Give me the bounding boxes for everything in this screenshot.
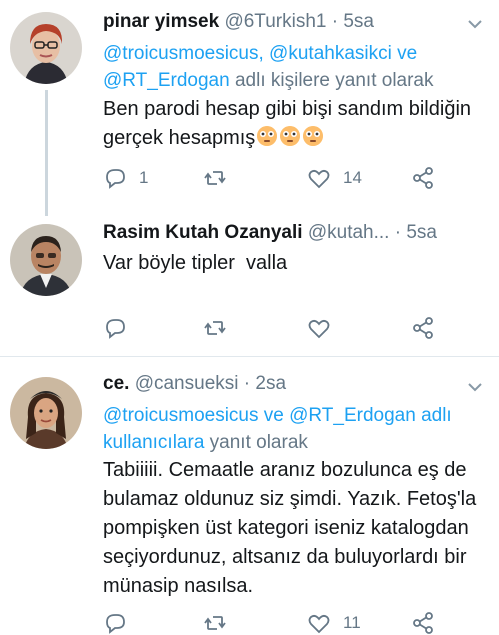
reply-button[interactable]: 1 xyxy=(103,166,148,190)
retweet-icon xyxy=(204,321,226,335)
tweet-2[interactable]: Rasim Kutah Ozanyali @kutah... · 5sa Var… xyxy=(0,210,499,356)
flushed-face-emoji xyxy=(257,126,278,146)
timestamp[interactable]: 5sa xyxy=(406,222,437,243)
like-count: 14 xyxy=(343,168,362,187)
handle[interactable]: @cansueksi xyxy=(135,373,239,394)
reply-icon xyxy=(106,319,125,339)
share-button[interactable] xyxy=(411,611,435,635)
tweet-header: Rasim Kutah Ozanyali @kutah... · 5sa xyxy=(103,222,437,244)
avatar-image xyxy=(10,224,82,296)
tweet-text: Var böyle tipler valla xyxy=(103,249,483,278)
timestamp[interactable]: 2sa xyxy=(255,373,286,394)
display-name[interactable]: Rasim Kutah Ozanyali xyxy=(103,222,303,243)
reply-suffix: adlı kişilere yanıt olarak xyxy=(229,70,434,91)
share-button[interactable] xyxy=(411,166,435,190)
avatar[interactable] xyxy=(10,12,82,84)
retweet-icon xyxy=(204,171,226,185)
share-icon xyxy=(413,317,433,339)
chevron-down-icon[interactable] xyxy=(467,379,483,395)
action-bar: 1 14 xyxy=(103,166,463,190)
reply-context: @troicusmoesicus, @kutahkasikci ve @RT_E… xyxy=(103,40,483,94)
retweet-button[interactable] xyxy=(203,166,227,190)
share-icon xyxy=(413,167,433,189)
flushed-face-emoji xyxy=(303,126,324,146)
share-icon xyxy=(413,612,433,634)
flushed-face-emoji xyxy=(280,126,301,146)
like-button[interactable]: 14 xyxy=(307,166,362,190)
separator-dot: · xyxy=(394,222,402,243)
retweet-icon xyxy=(204,616,226,630)
avatar[interactable] xyxy=(10,224,82,296)
display-name[interactable]: ce. xyxy=(103,373,129,394)
retweet-button[interactable] xyxy=(203,316,227,340)
avatar[interactable] xyxy=(10,377,82,449)
like-icon xyxy=(308,169,330,189)
timestamp[interactable]: 5sa xyxy=(343,11,374,32)
separator-dot: · xyxy=(243,373,251,394)
tweet-text-content: Tabiiiii. Cemaatle aranız bozulunca eş d… xyxy=(103,459,477,597)
tweet-text: Tabiiiii. Cemaatle aranız bozulunca eş d… xyxy=(103,456,483,601)
retweet-button[interactable] xyxy=(203,611,227,635)
tweet-header: ce. @cansueksi · 2sa xyxy=(103,373,286,395)
chevron-down-icon[interactable] xyxy=(467,16,483,32)
handle[interactable]: @kutah... xyxy=(308,222,390,243)
like-count: 11 xyxy=(343,613,361,632)
thread-line xyxy=(45,90,48,216)
share-button[interactable] xyxy=(411,316,435,340)
action-bar xyxy=(103,316,463,340)
avatar-image xyxy=(10,377,82,449)
separator-dot: · xyxy=(331,11,339,32)
tweet-text: Ben parodi hesap gibi bişi sandım bildiğ… xyxy=(103,95,483,153)
like-icon xyxy=(308,614,330,634)
reply-icon xyxy=(106,169,125,189)
tweet-3[interactable]: ce. @cansueksi · 2sa @troicusmoesicus ve… xyxy=(0,357,499,634)
like-button[interactable] xyxy=(307,316,331,340)
reply-count: 1 xyxy=(139,168,149,187)
action-bar: 11 xyxy=(103,611,463,635)
reply-icon xyxy=(106,614,125,634)
avatar-image xyxy=(10,12,82,84)
tweet-header: pinar yimsek @6Turkish1 · 5sa xyxy=(103,11,374,33)
tweet-text-content: Var böyle tipler valla xyxy=(103,252,288,274)
tweet-1[interactable]: pinar yimsek @6Turkish1 · 5sa @troicusmo… xyxy=(0,0,499,216)
display-name[interactable]: pinar yimsek xyxy=(103,11,219,32)
reply-button[interactable] xyxy=(103,316,127,340)
reply-context: @troicusmoesicus ve @RT_Erdogan adlı kul… xyxy=(103,402,483,456)
like-button[interactable]: 11 xyxy=(307,611,361,635)
reply-suffix: yanıt olarak xyxy=(204,432,308,453)
reply-button[interactable] xyxy=(103,611,127,635)
handle[interactable]: @6Turkish1 xyxy=(224,11,326,32)
like-icon xyxy=(308,319,330,339)
